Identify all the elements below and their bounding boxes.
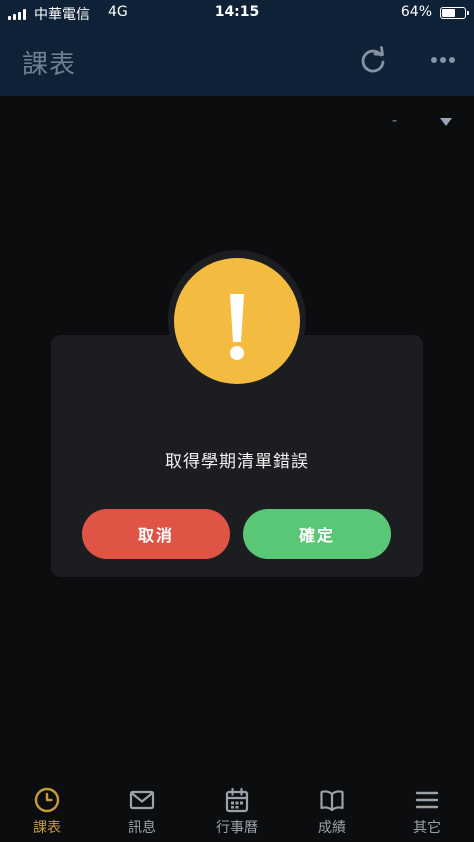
dialog-message: 取得學期清單錯誤 [165,452,309,472]
tab-label: 課表 [33,820,61,836]
more-icon[interactable] [428,52,458,68]
tab-messages[interactable]: 訊息 [95,776,189,842]
tab-label: 其它 [413,820,441,836]
tab-schedule[interactable]: 課表 [0,776,94,842]
mail-icon [129,790,155,810]
tab-label: 成績 [318,820,346,836]
term-dropdown[interactable]: - [392,113,452,131]
tab-label: 行事曆 [216,820,258,836]
tab-grades[interactable]: 成績 [285,776,379,842]
page-title: 課表 [22,50,77,80]
calendar-icon [225,787,249,813]
chevron-down-icon [440,118,452,126]
confirm-button[interactable]: 確定 [243,509,391,559]
bottom-tab-bar: 課表 訊息 行事曆 成績 其它 [0,776,474,842]
term-value: - [392,113,398,129]
tab-label: 訊息 [128,820,156,836]
menu-icon [415,791,439,809]
warning-badge [174,258,300,384]
clock-icon [34,787,60,813]
warning-icon [230,294,244,360]
battery-icon [440,7,469,19]
app-header: 中華電信 4G 14:15 64% 課表 [0,0,474,96]
battery-percent: 64% [400,4,432,20]
tab-more[interactable]: 其它 [380,776,474,842]
status-bar: 中華電信 4G 14:15 64% [0,0,474,28]
cancel-button[interactable]: 取消 [82,509,230,559]
tab-calendar[interactable]: 行事曆 [190,776,284,842]
refresh-icon[interactable] [359,46,387,74]
book-icon [320,790,344,812]
